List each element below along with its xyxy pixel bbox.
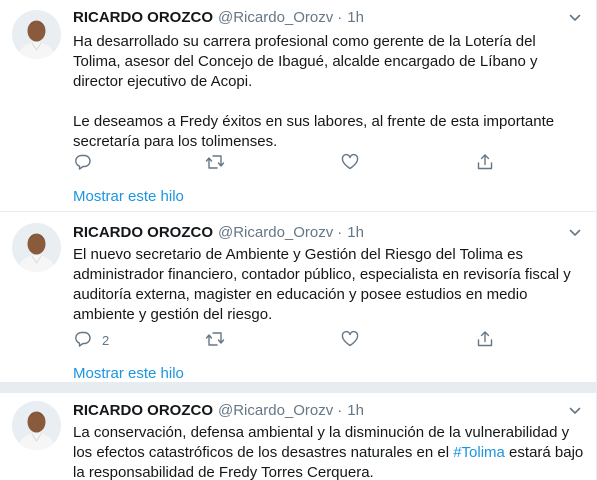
reply-count: 2: [102, 332, 110, 348]
reply-button[interactable]: 2: [74, 329, 109, 351]
hashtag-link[interactable]: #Tolima: [453, 444, 505, 461]
tweet[interactable]: RICARDO OROZCO @Ricardo_Orozv · 1h Ha de…: [0, 0, 597, 211]
retweet-button[interactable]: [205, 329, 225, 351]
tweet-paragraph: Ha desarrollado su carrera profesional c…: [73, 33, 538, 90]
avatar[interactable]: [12, 223, 61, 272]
reply-icon: [74, 330, 92, 351]
share-button[interactable]: [476, 329, 494, 351]
tweet-header: RICARDO OROZCO @Ricardo_Orozv · 1h: [73, 223, 585, 243]
share-icon: [476, 330, 494, 351]
author-handle[interactable]: @Ricardo_Orozv: [218, 223, 333, 243]
tweet[interactable]: RICARDO OROZCO @Ricardo_Orozv · 1h La co…: [0, 393, 597, 480]
avatar[interactable]: [12, 10, 61, 59]
tweet-actions: [70, 152, 500, 174]
retweet-button[interactable]: [205, 152, 225, 174]
tweet-paragraph: La conservación, defensa ambiental y la …: [73, 423, 585, 480]
timestamp[interactable]: 1h: [347, 8, 364, 28]
reply-button[interactable]: [74, 152, 102, 174]
tweet-text: El nuevo secretario de Ambiente y Gestió…: [73, 245, 585, 325]
heart-icon: [341, 153, 359, 174]
share-icon: [476, 153, 494, 174]
retweet-icon: [205, 330, 225, 351]
divider: [0, 382, 597, 393]
heart-icon: [341, 330, 359, 351]
tweet-paragraph: Le deseamos a Fredy éxitos en sus labore…: [73, 113, 555, 150]
separator: ·: [337, 9, 343, 26]
author-handle[interactable]: @Ricardo_Orozv: [218, 8, 333, 28]
like-button[interactable]: [341, 152, 359, 174]
retweet-icon: [205, 153, 225, 174]
author-name[interactable]: RICARDO OROZCO: [73, 401, 213, 421]
chevron-down-icon[interactable]: [565, 401, 585, 421]
tweet-actions: 2: [70, 329, 500, 351]
timestamp[interactable]: 1h: [347, 223, 364, 243]
timeline: RICARDO OROZCO @Ricardo_Orozv · 1h Ha de…: [0, 0, 597, 480]
tweet-text: La conservación, defensa ambiental y la …: [73, 423, 585, 480]
chevron-down-icon[interactable]: [565, 223, 585, 243]
show-thread-link[interactable]: Mostrar este hilo: [73, 187, 184, 207]
tweet-paragraph: El nuevo secretario de Ambiente y Gestió…: [73, 246, 571, 323]
author-name[interactable]: RICARDO OROZCO: [73, 223, 213, 243]
like-button[interactable]: [341, 329, 359, 351]
reply-icon: [74, 153, 92, 174]
chevron-down-icon[interactable]: [565, 8, 585, 28]
share-button[interactable]: [476, 152, 494, 174]
separator: ·: [337, 224, 343, 241]
author-handle[interactable]: @Ricardo_Orozv: [218, 401, 333, 421]
tweet[interactable]: RICARDO OROZCO @Ricardo_Orozv · 1h El nu…: [0, 211, 597, 393]
tweet-text: Ha desarrollado su carrera profesional c…: [73, 32, 585, 152]
tweet-header: RICARDO OROZCO @Ricardo_Orozv · 1h: [73, 8, 585, 28]
separator: ·: [337, 402, 343, 419]
tweet-header: RICARDO OROZCO @Ricardo_Orozv · 1h: [73, 401, 585, 421]
show-thread-link[interactable]: Mostrar este hilo: [73, 364, 184, 384]
avatar[interactable]: [12, 401, 61, 450]
author-name[interactable]: RICARDO OROZCO: [73, 8, 213, 28]
timestamp[interactable]: 1h: [347, 401, 364, 421]
